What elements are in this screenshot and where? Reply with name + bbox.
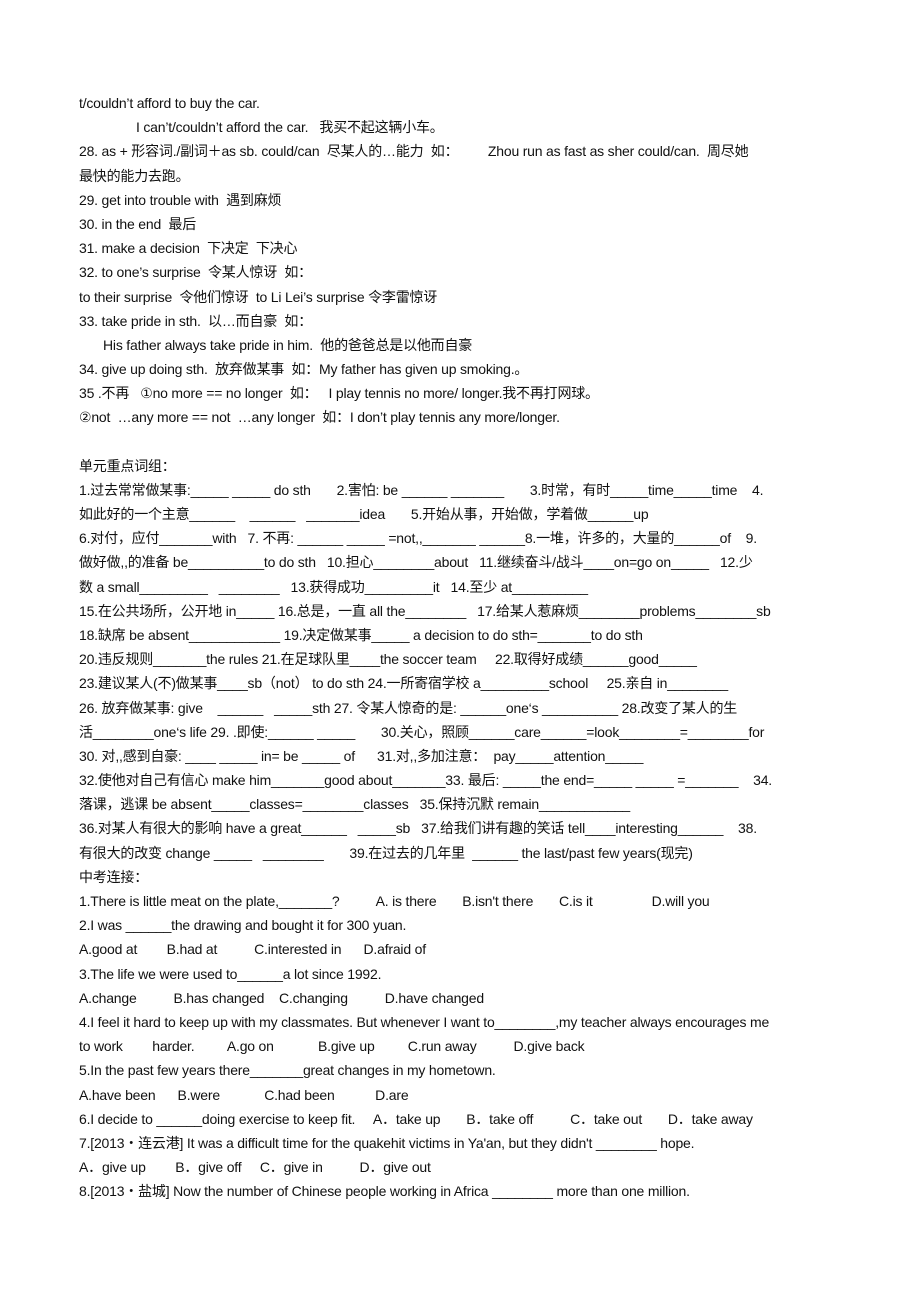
exam-line: A．give up B．give off C．give in D．give ou… [79,1159,431,1176]
exam-line: 7.[2013・连云港] It was a difficult time for… [79,1134,695,1151]
exam-line: 4.I feel it hard to keep up with my clas… [79,1013,770,1030]
phrase-line: 30. in the end 最后 [79,215,197,232]
unit-line: 36.对某人有很大的影响 have a great______ _____sb … [79,820,757,837]
phrase-line: 28. as + 形容词./副词＋as sb. could/can 尽某人的…能… [79,143,749,160]
phrase-line: 32. to one’s surprise 令某人惊讶 如： [79,264,312,281]
unit-line: 6.对付，应付_______with 7. 不再: ______ _____ =… [79,530,757,547]
unit-line: 20.违反规则_______the rules 21.在足球队里____the … [79,651,697,668]
unit-line: 做好做,,的准备 be__________to do sth 10.担心____… [79,554,753,571]
exam-line: 3.The life we were used to______a lot si… [79,965,382,982]
exam-line: 5.In the past few years there_______grea… [79,1062,496,1079]
unit-line: 23.建议某人(不)做某事____sb（not） to do sth 24.一所… [79,675,728,692]
phrase-line: 34. give up doing sth. 放弃做某事 如：My father… [79,361,529,378]
exam-line: 1.There is little meat on the plate,____… [79,893,710,909]
phrase-line: ②not …any more == not …any longer 如：I do… [79,409,560,426]
exam-line: 6.I decide to ______doing exercise to ke… [79,1110,753,1127]
exam-line: 2.I was ______the drawing and bought it … [79,917,407,934]
phrase-line: t/couldn’t afford to buy the car. [79,95,260,111]
exam-line: to work harder. A.go on B.give up C.run … [79,1038,585,1055]
phrase-line: I can’t/couldn’t afford the car. 我买不起这辆小… [136,119,444,136]
phrase-line: 35 .不再 ①no more == no longer 如： I play t… [79,385,599,402]
document-page: t/couldn’t afford to buy the car. I can’… [79,91,844,1203]
unit-line: 活________one‘s life 29. .即使:______ _____… [79,723,765,740]
unit-line: 32.使他对自己有信心 make him_______good about___… [79,772,772,789]
exam-section-heading: 中考连接： [79,868,148,885]
unit-line: 数 a small_________ ________ 13.获得成功_____… [79,578,588,595]
unit-line: 有很大的改变 change _____ ________ 39.在过去的几年里 … [79,844,693,861]
unit-line: 30. 对,,感到自豪: ____ _____ in= be _____ of … [79,747,644,764]
exam-line: A.good at B.had at C.interested in D.afr… [79,941,426,958]
unit-line: 如此好的一个主意______ ______ _______idea 5.开始从事… [79,506,649,522]
exam-line: 8.[2013・盐城] Now the number of Chinese pe… [79,1183,690,1200]
unit-line: 15.在公共场所，公开地 in_____ 16.总是，一直 all the___… [79,602,771,619]
unit-line: 1.过去常常做某事:_____ _____ do sth 2.害怕: be __… [79,481,764,498]
exam-line: A.change B.has changed C.changing D.have… [79,989,484,1006]
phrase-line: to their surprise 令他们惊讶 to Li Lei’s surp… [79,288,438,305]
unit-line: 18.缺席 be absent____________ 19.决定做某事____… [79,626,643,643]
phrase-line: His father always take pride in him. 他的爸… [103,336,473,353]
unit-section-heading: 单元重点词组： [79,457,176,474]
phrase-line: 最快的能力去跑。 [79,167,190,184]
unit-line: 26. 放弃做某事: give ______ _____sth 27. 令某人惊… [79,699,738,716]
exam-line: A.have been B.were C.had been D.are [79,1086,409,1103]
phrase-line: 33. take pride in sth. 以…而自豪 如： [79,312,313,329]
phrase-line: 29. get into trouble with 遇到麻烦 [79,191,282,208]
unit-line: 落课，逃课 be absent_____classes=________clas… [79,796,630,813]
phrase-line: 31. make a decision 下决定 下决心 [79,240,298,257]
